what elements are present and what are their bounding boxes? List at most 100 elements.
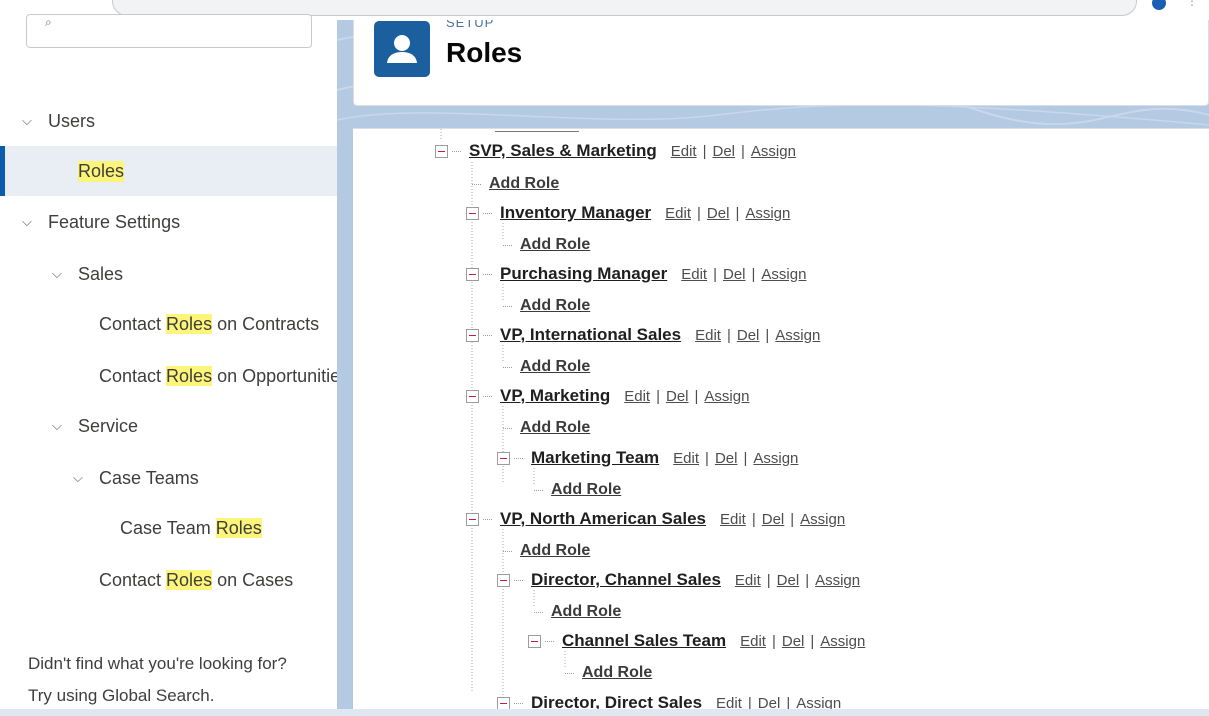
assign-link[interactable]: Assign xyxy=(753,450,798,467)
collapse-toggle-icon[interactable] xyxy=(528,634,541,648)
role-link[interactable]: Purchasing Manager xyxy=(500,264,667,284)
collapse-toggle-icon[interactable] xyxy=(435,144,448,158)
sidebar-item-label: Sales xyxy=(78,263,124,284)
role-link[interactable]: Channel Sales Team xyxy=(562,631,726,651)
role-link[interactable]: VP, International Sales xyxy=(500,325,681,345)
add-role-link[interactable]: Add Role xyxy=(520,236,590,254)
separator: | xyxy=(741,142,745,160)
del-link[interactable]: Del xyxy=(666,388,689,405)
tree-row-add-role: Add Role xyxy=(503,539,590,563)
assign-link[interactable]: Assign xyxy=(751,143,796,160)
role-link[interactable]: Director, Channel Sales xyxy=(531,570,721,590)
role-link[interactable]: VP, North American Sales xyxy=(500,509,706,529)
collapse-toggle-icon[interactable] xyxy=(497,696,510,710)
sidebar-item-case-teams[interactable]: ⌵ Case Teams xyxy=(0,453,337,503)
edit-link[interactable]: Edit xyxy=(695,327,721,344)
add-role-link[interactable]: Add Role xyxy=(551,603,621,621)
sidebar-item-label: Service xyxy=(78,415,139,436)
tree-connector xyxy=(483,273,492,275)
sidebar-item-label: Case Team Roles xyxy=(120,517,262,539)
tree-row-add-role: Add Role xyxy=(534,600,621,624)
separator: | xyxy=(765,326,770,344)
assign-link[interactable]: Assign xyxy=(704,388,749,405)
del-link[interactable]: Del xyxy=(707,205,730,222)
edit-link[interactable]: Edit xyxy=(681,266,707,283)
assign-link[interactable]: Assign xyxy=(815,572,860,589)
collapse-toggle-icon[interactable] xyxy=(466,512,479,526)
edit-link[interactable]: Edit xyxy=(740,633,766,650)
separator: | xyxy=(751,265,756,283)
del-link[interactable]: Del xyxy=(715,450,738,467)
collapse-toggle-icon[interactable] xyxy=(466,267,479,281)
sidebar-item-feature-settings[interactable]: ⌵ Feature Settings xyxy=(0,197,337,247)
collapse-toggle-icon[interactable] xyxy=(466,206,479,220)
del-link[interactable]: Del xyxy=(782,633,805,650)
assign-link[interactable]: Assign xyxy=(761,266,806,283)
del-link[interactable]: Del xyxy=(737,327,760,344)
profile-icon[interactable] xyxy=(1152,0,1166,10)
edit-link[interactable]: Edit xyxy=(735,572,761,589)
sidebar-item-users[interactable]: ⌵ Users xyxy=(0,96,337,146)
tree-connector xyxy=(503,427,512,429)
assign-link[interactable]: Assign xyxy=(820,633,865,650)
edit-link[interactable]: Edit xyxy=(673,450,699,467)
sidebar-item-case-team-roles[interactable]: Case Team Roles xyxy=(0,503,337,553)
del-link[interactable]: Del xyxy=(777,572,800,589)
collapse-toggle-icon[interactable] xyxy=(466,328,479,342)
del-link[interactable]: Del xyxy=(723,266,746,283)
browser-menu-icon[interactable]: ⋮ xyxy=(1186,0,1198,8)
tree-row-add-role: Add Role xyxy=(503,416,590,440)
sidebar-item-contact-roles-opportunities[interactable]: Contact Roles on Opportunities xyxy=(0,351,349,401)
assign-link[interactable]: Assign xyxy=(800,511,845,528)
search-highlight: Roles xyxy=(166,313,213,334)
tree-connector xyxy=(565,672,574,674)
add-role-link[interactable]: Add Role xyxy=(551,481,621,499)
tree-connector xyxy=(534,611,543,613)
label-text: on Cases xyxy=(212,569,294,590)
chevron-down-icon: ⌵ xyxy=(22,113,32,128)
search-highlight: Roles xyxy=(166,365,213,386)
sidebar-item-contact-roles-contracts[interactable]: Contact Roles on Contracts xyxy=(0,299,337,349)
setup-breadcrumb: SETUP xyxy=(446,20,495,30)
role-link[interactable]: VP, Marketing xyxy=(500,386,610,406)
page-header: SETUP Roles xyxy=(353,20,1209,106)
collapse-toggle-icon[interactable] xyxy=(466,389,479,403)
search-icon: ⌕ xyxy=(45,15,52,29)
edit-link[interactable]: Edit xyxy=(720,511,746,528)
sidebar-item-roles[interactable]: Roles xyxy=(0,146,337,196)
global-search-hint[interactable]: Try using Global Search. xyxy=(28,686,214,706)
quick-find-input[interactable]: ⌕ xyxy=(26,14,312,48)
role-link[interactable]: Marketing Team xyxy=(531,448,659,468)
assign-link[interactable]: Assign xyxy=(775,327,820,344)
del-link[interactable]: Del xyxy=(712,143,735,160)
role-link[interactable]: SVP, Sales & Marketing xyxy=(469,141,657,161)
add-role-link[interactable]: Add Role xyxy=(520,419,590,437)
sidebar-item-sales[interactable]: ⌵ Sales xyxy=(0,249,337,299)
role-link[interactable]: Inventory Manager xyxy=(500,203,651,223)
add-role-link[interactable]: Add Role xyxy=(489,175,559,193)
role-hierarchy-panel: SVP, Sales & Marketing Edit | Del | Assign… xyxy=(353,128,1209,716)
separator: | xyxy=(766,571,771,589)
separator: | xyxy=(656,387,660,405)
del-link[interactable]: Del xyxy=(762,511,785,528)
add-role-link[interactable]: Add Role xyxy=(582,664,652,682)
sidebar-item-service[interactable]: ⌵ Service xyxy=(0,401,337,451)
tree-row-channel-sales-team: Channel Sales Team Edit | Del | Assign xyxy=(528,629,865,653)
separator: | xyxy=(713,265,717,283)
not-found-text: Didn't find what you're looking for? xyxy=(28,654,287,673)
sidebar-item-label: Contact Roles on Contracts xyxy=(99,313,319,335)
sidebar-item-contact-roles-cases[interactable]: Contact Roles on Cases xyxy=(0,555,337,605)
collapse-toggle-icon[interactable] xyxy=(497,451,510,465)
tree-row-vp-north-american-sales: VP, North American Sales Edit | Del | Assi… xyxy=(466,507,845,531)
search-highlight: Roles xyxy=(215,517,262,538)
edit-link[interactable]: Edit xyxy=(665,205,691,222)
edit-link[interactable]: Edit xyxy=(624,388,650,405)
tree-row-add-role: Add Role xyxy=(503,294,590,318)
add-role-link[interactable]: Add Role xyxy=(520,358,590,376)
collapse-toggle-icon[interactable] xyxy=(497,573,510,587)
sidebar-item-label: Roles xyxy=(78,160,125,182)
add-role-link[interactable]: Add Role xyxy=(520,297,590,315)
add-role-link[interactable]: Add Role xyxy=(520,542,590,560)
edit-link[interactable]: Edit xyxy=(671,143,697,160)
assign-link[interactable]: Assign xyxy=(745,205,790,222)
